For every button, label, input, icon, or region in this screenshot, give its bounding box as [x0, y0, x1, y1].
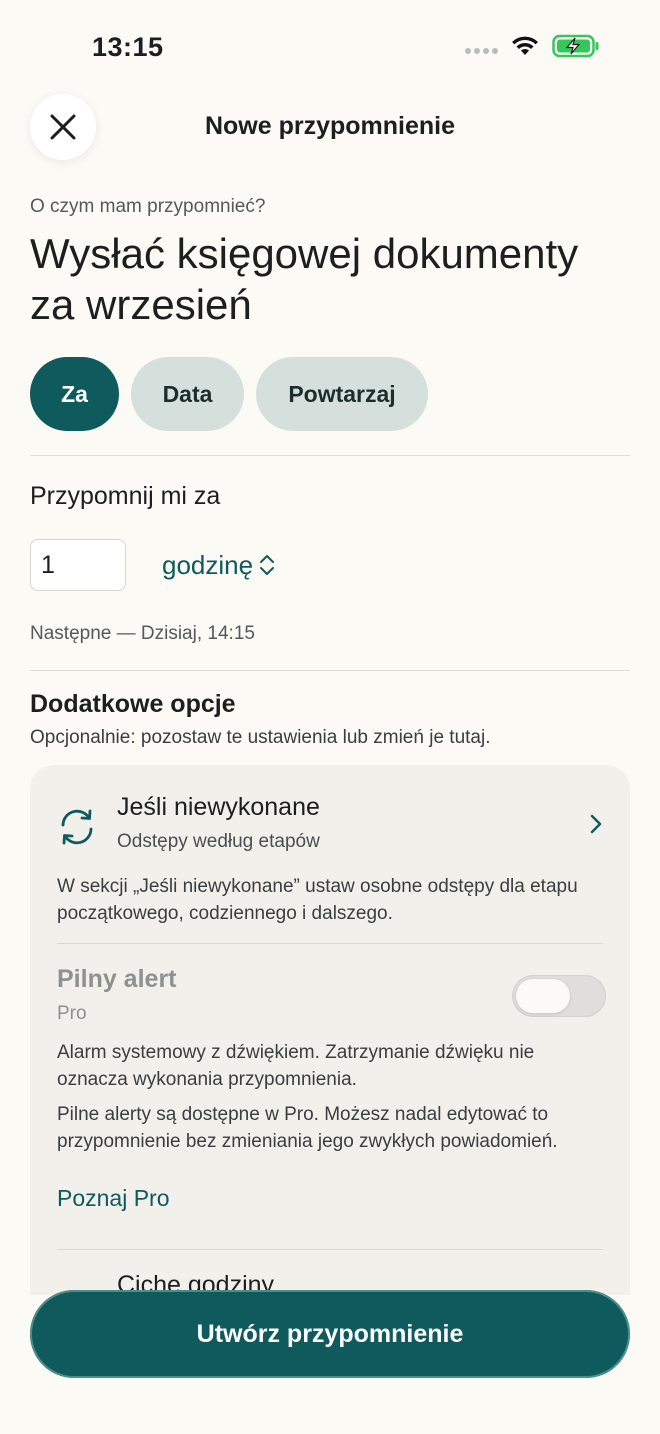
learn-pro-link[interactable]: Poznaj Pro [57, 1185, 170, 1212]
segment-data[interactable]: Data [131, 357, 244, 431]
schedule-mode-selector: Za Data Powtarzaj [30, 357, 630, 431]
next-occurrence-text: Następne — Dzisiaj, 14:15 [30, 623, 255, 644]
divider [30, 455, 630, 456]
status-time: 13:15 [92, 32, 164, 62]
refresh-cycle-icon [61, 809, 93, 845]
battery-charging-icon [552, 34, 599, 58]
interval-unit-picker[interactable]: godzinę [162, 550, 275, 581]
status-icons [465, 34, 600, 58]
urgent-alert-toggle[interactable] [512, 975, 606, 1017]
toggle-knob [516, 979, 570, 1013]
interval-value-input[interactable] [30, 539, 126, 591]
status-bar: 13:15 [0, 0, 660, 96]
interval-unit-label: godzinę [162, 549, 254, 580]
page-title: Nowe przypomnienie [204, 112, 456, 140]
pro-badge: Pro [57, 1003, 87, 1024]
if-not-done-row[interactable]: Jeśli niewykonane Odstępy według etapów [57, 793, 603, 863]
segment-za[interactable]: Za [30, 357, 119, 431]
reminder-text-field[interactable]: Wysłać księgowej dokumenty za wrzesień [30, 228, 630, 330]
divider [57, 1249, 603, 1250]
chevron-up-down-icon [260, 555, 275, 575]
options-subtitle: Opcjonalnie: pozostaw te ustawienia lub … [30, 727, 491, 748]
divider [57, 943, 603, 944]
segment-powtarzaj[interactable]: Powtarzaj [256, 357, 428, 431]
if-not-done-subtitle: Odstępy według etapów [117, 831, 320, 852]
reminder-form: O czym mam przypomnieć? Wysłać księgowej… [30, 196, 630, 749]
urgent-alert-pro-note: Pilne alerty są dostępne w Pro. Możesz n… [57, 1104, 558, 1152]
question-label: O czym mam przypomnieć? [30, 196, 266, 217]
cellular-signal-icon [465, 48, 498, 54]
urgent-alert-description: Alarm systemowy z dźwiękiem. Zatrzymanie… [57, 1042, 535, 1090]
if-not-done-description: W sekcji „Jeśli niewykonane” ustaw osobn… [57, 876, 578, 924]
interval-row: godzinę [30, 539, 630, 591]
options-card: Jeśli niewykonane Odstępy według etapów … [30, 765, 630, 1295]
options-title: Dodatkowe opcje [30, 690, 236, 718]
create-reminder-button[interactable]: Utwórz przypomnienie [30, 1290, 630, 1378]
chevron-right-icon [590, 814, 602, 834]
wifi-icon [512, 36, 538, 55]
header: Nowe przypomnienie [0, 92, 660, 162]
if-not-done-title: Jeśli niewykonane [117, 793, 320, 821]
divider [30, 670, 630, 671]
urgent-alert-title: Pilny alert [57, 965, 177, 993]
remind-in-label: Przypomnij mi za [30, 482, 221, 510]
